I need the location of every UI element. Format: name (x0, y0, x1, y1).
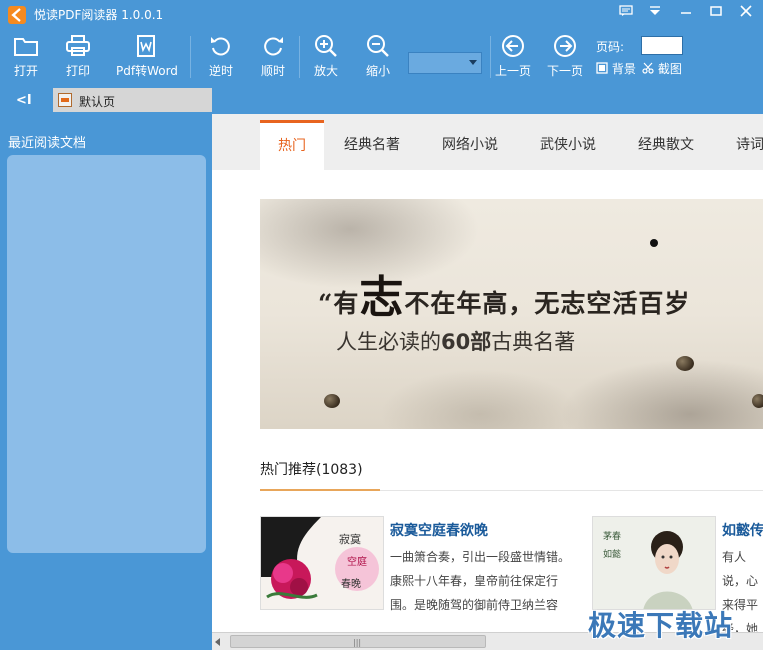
promo-banner[interactable]: “有志不在年高，无志空活百岁 人生必读的60部古典名著 (260, 199, 763, 429)
arrow-left-icon (502, 35, 524, 57)
tab-poetry[interactable]: 诗词 (736, 120, 763, 170)
title-bar: 悦读PDF阅读器 1.0.0.1 (0, 0, 763, 28)
folder-icon (14, 38, 38, 56)
scrollbar-thumb[interactable]: ||| (230, 635, 486, 648)
tab-prose[interactable]: 经典散文 (638, 120, 694, 170)
banner-quote: “有志不在年高，无志空活百岁 (318, 272, 691, 323)
maximize-icon[interactable] (706, 5, 726, 23)
background-button[interactable]: 背景 (596, 60, 636, 77)
recent-docs-list[interactable] (7, 155, 206, 553)
book-description: 一曲箫合奏，引出一段盛世情错。康熙十八年春，皇帝前往保定行围。是晚随驾的御前侍卫… (390, 550, 571, 612)
app-logo-icon (8, 6, 26, 24)
message-icon[interactable] (616, 5, 636, 23)
zoom-select[interactable] (408, 52, 482, 74)
svg-text:寂寞: 寂寞 (339, 532, 361, 546)
rotate-cw-button[interactable]: 顺时 (259, 34, 287, 79)
pdf-file-icon (58, 93, 72, 107)
chevron-down-icon (469, 60, 477, 65)
pdf-to-word-button[interactable]: Pdf转Word (116, 34, 178, 79)
hot-recommend-heading: 热门推荐(1083) (260, 462, 363, 478)
page-number-label: 页码: (596, 40, 625, 54)
print-button[interactable]: 打印 (64, 34, 92, 79)
book-title[interactable]: 如懿传 (722, 520, 763, 540)
toolbar-divider (490, 36, 491, 78)
prev-page-button[interactable]: 上一页 (494, 34, 532, 79)
zoom-in-icon (315, 35, 337, 57)
main-content: 热门 经典名著 网络小说 武侠小说 经典散文 诗词 “有志不在年高，无志空活百岁… (212, 114, 763, 632)
section-underline (260, 489, 380, 491)
stone-decoration (752, 394, 763, 408)
tab-label: 默认页 (79, 95, 116, 109)
zoom-out-button[interactable]: 缩小 (364, 34, 392, 79)
minimize-icon[interactable] (676, 5, 696, 23)
book-title[interactable]: 寂寞空庭春欲晚 (390, 520, 488, 540)
ink-dot (650, 239, 658, 247)
background-icon (596, 62, 608, 74)
book-cover[interactable]: 寂寞 空庭 春晚 (260, 516, 384, 610)
banner-subtitle: 人生必读的60部古典名著 (336, 330, 576, 354)
zoom-out-icon (367, 35, 389, 57)
tab-classics[interactable]: 经典名著 (344, 120, 400, 170)
toolbar-divider (190, 36, 191, 78)
scroll-left-icon[interactable] (215, 638, 220, 646)
menu-dropdown-icon[interactable] (645, 5, 665, 23)
tab-wuxia[interactable]: 武侠小说 (540, 120, 596, 170)
category-tabs: 热门 经典名著 网络小说 武侠小说 经典散文 诗词 (212, 114, 763, 170)
stone-decoration (324, 394, 340, 408)
rotate-right-icon (264, 37, 283, 56)
screenshot-button[interactable]: 截图 (642, 60, 682, 77)
zoom-in-button[interactable]: 放大 (312, 34, 340, 79)
arrow-right-icon (554, 35, 576, 57)
svg-text:春晚: 春晚 (341, 578, 361, 590)
toolbar-divider (299, 36, 300, 78)
book-cover[interactable]: 茅春 如懿 (592, 516, 716, 610)
watermark: 极速下载站 (588, 609, 734, 642)
collapse-sidebar-icon[interactable]: <I (16, 93, 32, 108)
open-button[interactable]: 打开 (12, 34, 40, 79)
tab-hot[interactable]: 热门 (260, 120, 324, 170)
printer-icon (66, 35, 90, 56)
sidebar: 最近阅读文档 (0, 114, 212, 650)
svg-text:空庭: 空庭 (347, 555, 367, 568)
tab-web-novels[interactable]: 网络小说 (442, 120, 498, 170)
toolbar: 打开 打印 Pdf转Word 逆时 顺时 放大 缩小 上一页 下一页 页码: 背… (0, 28, 763, 86)
svg-text:如懿: 如懿 (603, 548, 621, 560)
page-number-input[interactable] (641, 36, 683, 55)
word-icon (137, 35, 155, 57)
grip-icon: ||| (353, 638, 362, 647)
document-tab-row: <I 默认页 (0, 86, 763, 114)
window-title: 悦读PDF阅读器 1.0.0.1 (34, 8, 164, 22)
scissors-icon (642, 62, 654, 74)
close-icon[interactable] (736, 5, 756, 23)
rotate-left-icon (211, 37, 230, 56)
next-page-button[interactable]: 下一页 (546, 34, 584, 79)
svg-text:茅春: 茅春 (603, 530, 621, 542)
stone-decoration (676, 356, 694, 371)
recent-docs-heading: 最近阅读文档 (8, 136, 87, 151)
tab-default-page[interactable]: 默认页 (53, 88, 212, 112)
rotate-ccw-button[interactable]: 逆时 (207, 34, 235, 79)
